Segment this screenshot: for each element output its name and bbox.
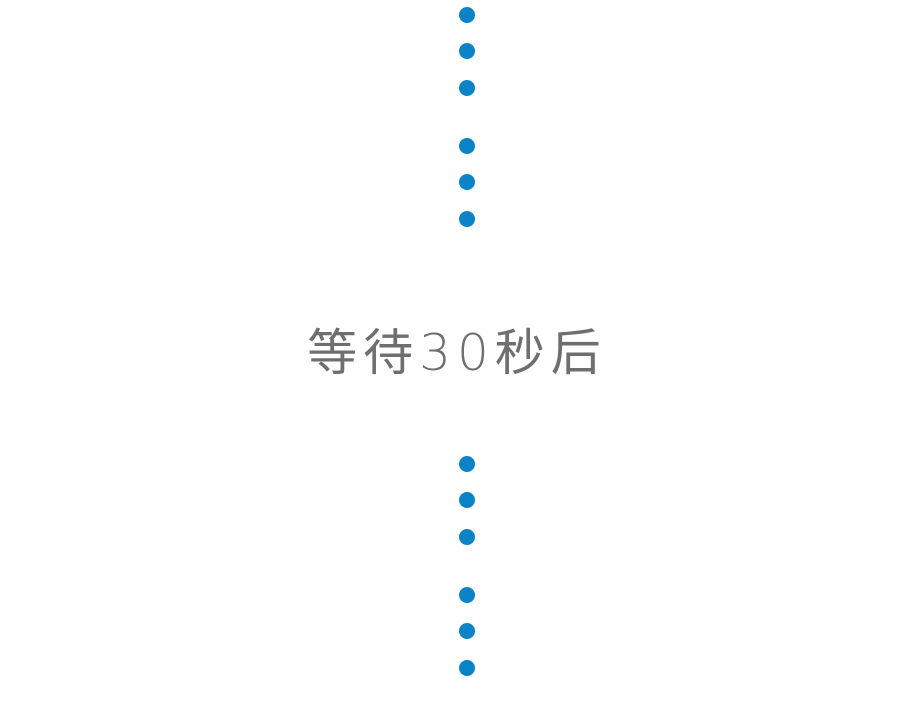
dot-icon — [459, 456, 475, 472]
page: 等待30秒后 — [0, 0, 900, 716]
dot-icon — [459, 7, 475, 23]
wait-caption: 等待30秒后 — [307, 324, 607, 382]
dot-icon — [459, 43, 475, 59]
dot-icon — [459, 587, 475, 603]
dot-icon — [459, 529, 475, 545]
dot-icon — [459, 492, 475, 508]
dot-icon — [459, 623, 475, 639]
dot-icon — [459, 174, 475, 190]
dot-icon — [459, 138, 475, 154]
dot-icon — [459, 660, 475, 676]
dot-icon — [459, 80, 475, 96]
dot-icon — [459, 211, 475, 227]
